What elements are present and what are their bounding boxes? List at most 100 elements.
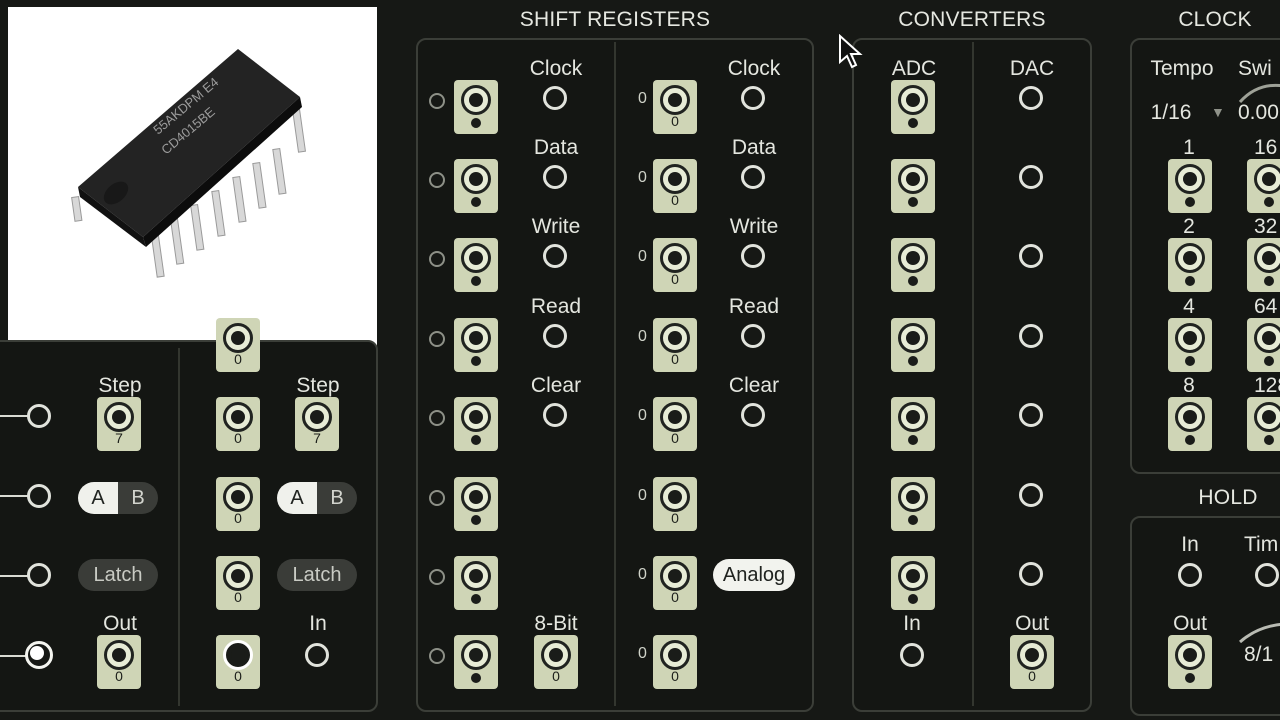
- section-title-clock: CLOCK: [1178, 8, 1252, 31]
- output-jack[interactable]: 0: [216, 318, 260, 372]
- indicator-led[interactable]: [429, 172, 445, 188]
- dac-input-port[interactable]: [1019, 403, 1043, 427]
- output-jack[interactable]: 0: [216, 556, 260, 610]
- latch-button-a[interactable]: Latch: [78, 559, 158, 591]
- tempo-dropdown-icon[interactable]: ▼: [1211, 104, 1225, 120]
- shift-register-output-jack[interactable]: 0: [653, 635, 697, 689]
- indicator-led[interactable]: [429, 251, 445, 267]
- dac-input-port[interactable]: [1019, 324, 1043, 348]
- shift-register-output-jack[interactable]: 0: [653, 318, 697, 372]
- ab-toggle-a[interactable]: A B: [78, 482, 158, 514]
- indicator-led[interactable]: [429, 410, 445, 426]
- converters-in-port[interactable]: [900, 643, 924, 667]
- output-jack[interactable]: 0: [216, 397, 260, 451]
- toggle-option-b[interactable]: B: [317, 482, 357, 514]
- shift-register-output-jack[interactable]: 0: [653, 80, 697, 134]
- clock-division-label: 128: [1254, 374, 1280, 397]
- hold-in-port[interactable]: [1178, 563, 1202, 587]
- shift-register-output-jack[interactable]: [454, 397, 498, 451]
- adc-output-jack[interactable]: [891, 238, 935, 292]
- clock-division-label: 4: [1183, 295, 1195, 318]
- toggle-option-a[interactable]: A: [277, 482, 317, 514]
- shift-register-output-jack[interactable]: [454, 635, 498, 689]
- clear-input-port[interactable]: [741, 403, 765, 427]
- shift-register-output-jack[interactable]: 0: [653, 238, 697, 292]
- dac-input-port[interactable]: [1019, 165, 1043, 189]
- shift-register-output-jack[interactable]: [454, 556, 498, 610]
- clock-division-jack[interactable]: [1168, 238, 1212, 292]
- shift-register-output-jack[interactable]: [454, 80, 498, 134]
- indicator-led[interactable]: [429, 93, 445, 109]
- indicator-led[interactable]: [429, 648, 445, 664]
- indicator-led[interactable]: [429, 569, 445, 585]
- converters-divider: [972, 42, 974, 706]
- out-jack[interactable]: 0: [97, 635, 141, 689]
- adc-output-jack[interactable]: [891, 80, 935, 134]
- shift-register-output-jack[interactable]: 0: [653, 159, 697, 213]
- clock-division-jack[interactable]: [1168, 397, 1212, 451]
- hold-time-label: Tim: [1244, 533, 1279, 556]
- cable-lead: [0, 655, 28, 657]
- analog-button[interactable]: Analog: [713, 559, 795, 591]
- converters-out-jack[interactable]: 0: [1010, 635, 1054, 689]
- clock-division-label: 8: [1183, 374, 1195, 397]
- shift-register-output-jack[interactable]: [454, 238, 498, 292]
- hold-out-label: Out: [1173, 612, 1207, 635]
- indicator-value: 0: [638, 407, 647, 424]
- output-jack[interactable]: 0: [216, 477, 260, 531]
- clock-division-jack[interactable]: [1168, 318, 1212, 372]
- adc-output-jack[interactable]: [891, 159, 935, 213]
- read-input-port[interactable]: [741, 324, 765, 348]
- dac-input-port[interactable]: [1019, 86, 1043, 110]
- swing-knob-arc-icon[interactable]: [1236, 80, 1280, 110]
- read-input-port[interactable]: [543, 324, 567, 348]
- connected-port[interactable]: [25, 641, 53, 669]
- indicator-led[interactable]: [429, 490, 445, 506]
- clock-division-jack[interactable]: [1168, 159, 1212, 213]
- clock-division-jack[interactable]: [1247, 318, 1280, 372]
- clock-division-jack[interactable]: [1247, 397, 1280, 451]
- input-port[interactable]: [27, 404, 51, 428]
- hold-time-port[interactable]: [1255, 563, 1279, 587]
- toggle-option-a[interactable]: A: [78, 482, 118, 514]
- output-jack[interactable]: 0: [216, 635, 260, 689]
- dac-input-port[interactable]: [1019, 483, 1043, 507]
- clock-input-port[interactable]: [543, 86, 567, 110]
- input-port[interactable]: [27, 563, 51, 587]
- tempo-label: Tempo: [1150, 57, 1214, 80]
- adc-output-jack[interactable]: [891, 397, 935, 451]
- step-jack-a[interactable]: 7: [97, 397, 141, 451]
- clock-division-jack[interactable]: [1247, 238, 1280, 292]
- eight-bit-jack[interactable]: 0: [534, 635, 578, 689]
- latch-button-b[interactable]: Latch: [277, 559, 357, 591]
- shift-register-output-jack[interactable]: 0: [653, 397, 697, 451]
- input-port[interactable]: [27, 484, 51, 508]
- read-label: Read: [728, 295, 780, 318]
- hold-out-jack[interactable]: [1168, 635, 1212, 689]
- adc-output-jack[interactable]: [891, 556, 935, 610]
- adc-output-jack[interactable]: [891, 318, 935, 372]
- in-port[interactable]: [305, 643, 329, 667]
- left-module-divider: [178, 348, 180, 706]
- write-input-port[interactable]: [543, 244, 567, 268]
- indicator-led[interactable]: [429, 331, 445, 347]
- tempo-value[interactable]: 1/16: [1142, 101, 1200, 125]
- shift-register-output-jack[interactable]: [454, 159, 498, 213]
- dac-input-port[interactable]: [1019, 562, 1043, 586]
- clear-input-port[interactable]: [543, 403, 567, 427]
- data-input-port[interactable]: [543, 165, 567, 189]
- data-input-port[interactable]: [741, 165, 765, 189]
- step-jack-b[interactable]: 7: [295, 397, 339, 451]
- shift-register-output-jack[interactable]: 0: [653, 556, 697, 610]
- toggle-option-b[interactable]: B: [118, 482, 158, 514]
- write-input-port[interactable]: [741, 244, 765, 268]
- clock-division-jack[interactable]: [1247, 159, 1280, 213]
- shift-register-output-jack[interactable]: 0: [653, 477, 697, 531]
- adc-output-jack[interactable]: [891, 477, 935, 531]
- shift-register-output-jack[interactable]: [454, 477, 498, 531]
- clock-input-port[interactable]: [741, 86, 765, 110]
- swing-label: Swi: [1238, 57, 1272, 80]
- dac-input-port[interactable]: [1019, 244, 1043, 268]
- shift-register-output-jack[interactable]: [454, 318, 498, 372]
- ab-toggle-b[interactable]: A B: [277, 482, 357, 514]
